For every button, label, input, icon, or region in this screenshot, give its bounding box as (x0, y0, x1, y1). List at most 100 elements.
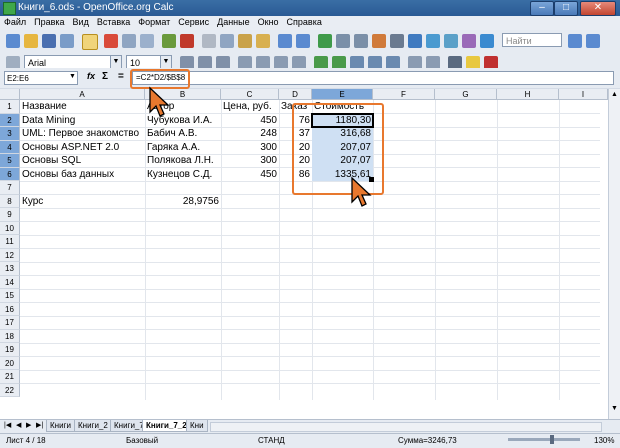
email-icon[interactable] (60, 34, 74, 48)
row-header[interactable]: 15 (0, 289, 20, 303)
row-header[interactable]: 17 (0, 316, 20, 330)
sort-ascending-icon[interactable] (336, 34, 350, 48)
spreadsheet-grid[interactable]: A B C D E F G H I 1 2 3 4 5 6 7 8 9 10 1… (0, 89, 620, 419)
row-header[interactable]: 3 (0, 127, 20, 141)
print-icon[interactable] (122, 34, 136, 48)
row-header[interactable]: 18 (0, 329, 20, 343)
cell-b6[interactable]: Кузнецов С.Д. (145, 168, 221, 182)
formula-input[interactable]: =C2*D2/$B$8 (132, 71, 614, 85)
zoom-slider[interactable] (508, 435, 580, 444)
cell-c5[interactable]: 300 (221, 154, 279, 168)
function-wizard-button[interactable]: fx (87, 71, 95, 81)
export-pdf-icon[interactable] (104, 34, 118, 48)
hyperlink-icon[interactable] (318, 34, 332, 48)
zoom-slider-thumb[interactable] (550, 435, 554, 444)
find-replace-icon[interactable] (408, 34, 422, 48)
chevron-down-icon[interactable]: ▼ (160, 56, 171, 68)
chevron-down-icon[interactable]: ▼ (110, 56, 121, 68)
menu-help[interactable]: Справка (283, 16, 326, 27)
data-sources-icon[interactable] (462, 34, 476, 48)
cell-a2[interactable]: Data Mining (20, 114, 145, 128)
cell-b5[interactable]: Полякова Л.Н. (145, 154, 221, 168)
cell-b3[interactable]: Бабич А.В. (145, 127, 221, 141)
find-previous-icon[interactable] (586, 34, 600, 48)
row-header[interactable]: 6 (0, 167, 20, 181)
autospellcheck-icon[interactable] (180, 34, 194, 48)
column-header-c[interactable]: C (221, 89, 279, 100)
redo-icon[interactable] (296, 34, 310, 48)
cell-a1[interactable]: Название (20, 100, 145, 114)
horizontal-scrollbar[interactable] (210, 422, 602, 432)
name-box[interactable]: E2:E6 (4, 71, 78, 85)
menu-data[interactable]: Данные (213, 16, 254, 27)
cell-a4[interactable]: Основы ASP.NET 2.0 (20, 141, 145, 155)
cell-c1[interactable]: Цена, руб. (221, 100, 279, 114)
sheet-tab[interactable]: Кни (186, 420, 208, 432)
help-icon[interactable] (480, 34, 494, 48)
row-header[interactable]: 8 (0, 194, 20, 208)
sum-button[interactable]: Σ (102, 71, 108, 82)
menu-window[interactable]: Окно (254, 16, 283, 27)
select-all-corner[interactable] (0, 89, 20, 100)
row-header[interactable]: 5 (0, 154, 20, 168)
paste-icon[interactable] (238, 34, 252, 48)
find-next-icon[interactable] (568, 34, 582, 48)
row-header[interactable]: 12 (0, 248, 20, 262)
cell-a8[interactable]: Курс (20, 195, 145, 209)
zoom-level[interactable]: 130% (594, 436, 614, 445)
previous-sheet-icon[interactable]: ◀ (16, 421, 21, 429)
menu-edit[interactable]: Правка (30, 16, 68, 27)
row-header[interactable]: 21 (0, 370, 20, 384)
cell-b8[interactable]: 28,9756 (145, 195, 221, 209)
column-header-e[interactable]: E (312, 89, 373, 100)
row-header[interactable]: 13 (0, 262, 20, 276)
function-button[interactable]: = (118, 71, 124, 82)
scroll-up-icon[interactable]: ▲ (610, 91, 619, 100)
sheet-tab-active[interactable]: Книги_7_2 (142, 420, 191, 432)
vertical-scrollbar[interactable]: ▲ ▼ (608, 89, 620, 419)
maximize-button[interactable]: □ (554, 1, 578, 16)
sheet-tab[interactable]: Книги (46, 420, 75, 432)
minimize-button[interactable]: – (530, 1, 554, 16)
selection-mode[interactable]: СТАНД (258, 436, 285, 445)
undo-icon[interactable] (278, 34, 292, 48)
next-sheet-icon[interactable]: ▶ (26, 421, 31, 429)
menu-file[interactable]: Файл (0, 16, 30, 27)
font-name-box[interactable]: Arial ▼ (24, 55, 122, 69)
gallery-icon[interactable] (444, 34, 458, 48)
close-button[interactable]: ✕ (580, 1, 616, 16)
row-header[interactable]: 9 (0, 208, 20, 222)
row-header[interactable]: 7 (0, 181, 20, 195)
save-icon[interactable] (42, 34, 56, 48)
column-header-g[interactable]: G (435, 89, 497, 100)
insert-chart-icon[interactable] (372, 34, 386, 48)
cell-a5[interactable]: Основы SQL (20, 154, 145, 168)
search-input[interactable]: Найти (502, 33, 562, 47)
row-header[interactable]: 14 (0, 275, 20, 289)
row-header[interactable]: 11 (0, 235, 20, 249)
cell-c6[interactable]: 450 (221, 168, 279, 182)
menu-insert[interactable]: Вставка (93, 16, 134, 27)
first-sheet-icon[interactable]: |◀ (4, 421, 11, 429)
row-header[interactable]: 1 (0, 100, 20, 114)
new-document-icon[interactable] (6, 34, 20, 48)
spellcheck-icon[interactable] (162, 34, 176, 48)
page-preview-icon[interactable] (140, 34, 154, 48)
font-size-box[interactable]: 10 ▼ (126, 55, 172, 69)
row-header[interactable]: 22 (0, 383, 20, 397)
copy-icon[interactable] (220, 34, 234, 48)
row-header[interactable]: 16 (0, 302, 20, 316)
menu-tools[interactable]: Сервис (174, 16, 213, 27)
column-header-i[interactable]: I (559, 89, 608, 100)
cell-c4[interactable]: 300 (221, 141, 279, 155)
menu-format[interactable]: Формат (134, 16, 174, 27)
row-header[interactable]: 2 (0, 113, 20, 127)
cell-c3[interactable]: 248 (221, 127, 279, 141)
open-folder-icon[interactable] (24, 34, 38, 48)
chevron-down-icon[interactable]: ▼ (69, 73, 76, 80)
cell-a6[interactable]: Основы баз данных (20, 168, 145, 182)
column-header-a[interactable]: A (20, 89, 145, 100)
navigator-icon[interactable] (426, 34, 440, 48)
show-draw-functions-icon[interactable] (390, 34, 404, 48)
menu-view[interactable]: Вид (69, 16, 93, 27)
